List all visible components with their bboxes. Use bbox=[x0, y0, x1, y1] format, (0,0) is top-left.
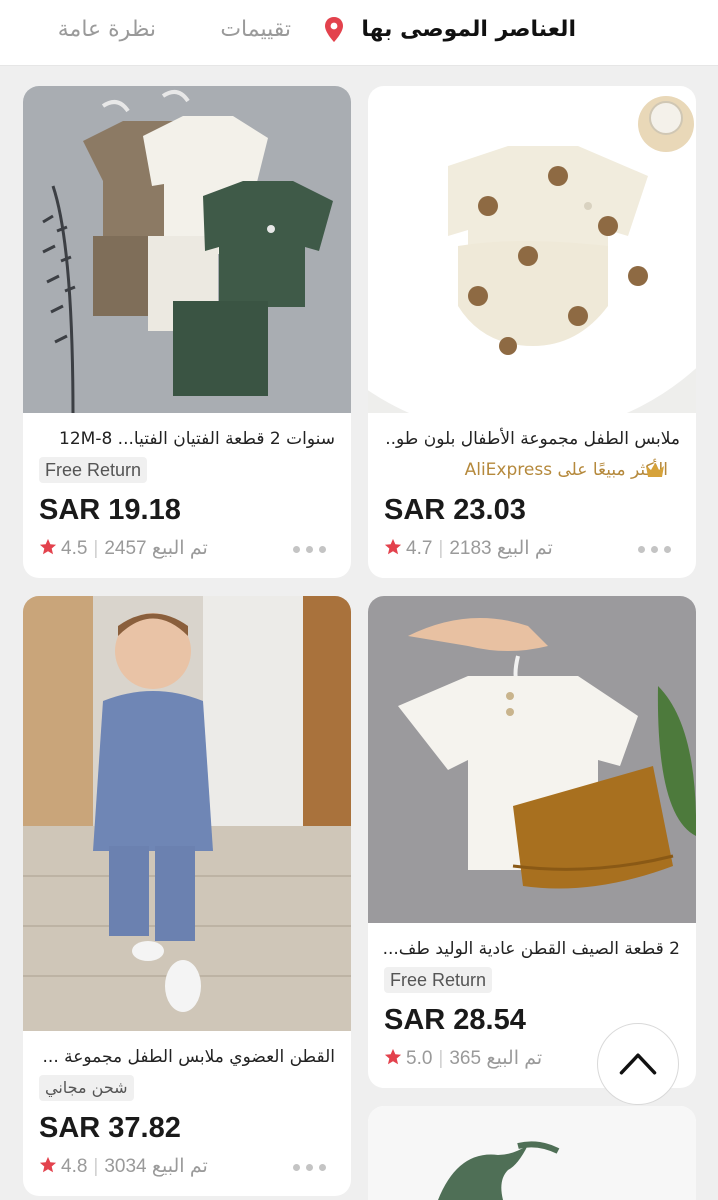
product-rating-row: 5.0 | 365 تم البيع bbox=[384, 1046, 542, 1072]
product-card[interactable]: 2 قطعة الصيف القطن عادية الوليد طف... Fr… bbox=[368, 596, 696, 1088]
tab-recommended[interactable]: العناصر الموصى بها bbox=[361, 14, 576, 46]
sold-count: 2457 تم البيع bbox=[104, 538, 208, 559]
free-return-badge: Free Return bbox=[384, 967, 493, 993]
product-title[interactable]: 2 قطعة الصيف القطن عادية الوليد طف... bbox=[384, 936, 680, 962]
product-image[interactable] bbox=[368, 1106, 696, 1200]
star-icon bbox=[39, 1156, 57, 1173]
product-card[interactable]: ملابس الطفل مجموعة الأطفال بلون طو... ال… bbox=[368, 86, 696, 578]
product-rating-row: 4.7 | 2183 تم البيع bbox=[384, 536, 553, 562]
product-image[interactable] bbox=[368, 596, 696, 923]
tab-reviews[interactable]: تقييمات bbox=[220, 14, 291, 46]
free-return-badge: Free Return bbox=[39, 457, 148, 483]
product-image[interactable] bbox=[368, 86, 696, 413]
sold-count: 365 تم البيع bbox=[449, 1048, 543, 1069]
more-options-icon[interactable] bbox=[293, 544, 327, 554]
product-title[interactable]: ملابس الطفل مجموعة الأطفال بلون طو... bbox=[384, 426, 680, 452]
scroll-to-top-button[interactable] bbox=[597, 1023, 679, 1105]
product-card[interactable] bbox=[368, 1106, 696, 1200]
chevron-up-icon bbox=[619, 1053, 657, 1075]
top-tab-bar: العناصر الموصى بها تقييمات نظرة عامة bbox=[0, 0, 718, 66]
rating-value: 4.8 bbox=[61, 1156, 88, 1177]
product-card[interactable]: القطن العضوي ملابس الطفل مجموعة ... شحن … bbox=[23, 596, 351, 1196]
sold-count: 3034 تم البيع bbox=[104, 1156, 208, 1177]
product-image[interactable] bbox=[23, 86, 351, 413]
more-options-icon[interactable] bbox=[293, 1162, 327, 1172]
product-price: SAR 37.82 bbox=[39, 1112, 181, 1144]
bestseller-label: الأكثر مبيعًا على AliExpress bbox=[464, 460, 668, 480]
rating-value: 5.0 bbox=[406, 1048, 433, 1069]
tab-overview[interactable]: نظرة عامة bbox=[58, 14, 156, 46]
sold-count: 2183 تم البيع bbox=[449, 538, 553, 559]
product-title[interactable]: القطن العضوي ملابس الطفل مجموعة ... bbox=[39, 1044, 335, 1070]
product-title[interactable]: سنوات 2 قطعة الفتيان الفتيا... 8-12M bbox=[39, 426, 335, 452]
star-icon bbox=[384, 1048, 402, 1065]
product-price: SAR 19.18 bbox=[39, 494, 181, 526]
star-icon bbox=[384, 538, 402, 555]
rating-value: 4.5 bbox=[61, 538, 88, 559]
free-shipping-badge: شحن مجاني bbox=[39, 1075, 134, 1101]
rating-value: 4.7 bbox=[406, 538, 433, 559]
product-rating-row: 4.8 | 3034 تم البيع bbox=[39, 1154, 208, 1180]
product-price: SAR 23.03 bbox=[384, 494, 526, 526]
crown-icon bbox=[646, 463, 664, 477]
product-price: SAR 28.54 bbox=[384, 1004, 526, 1036]
star-icon bbox=[39, 538, 57, 555]
product-card[interactable]: سنوات 2 قطعة الفتيان الفتيا... 8-12M Fre… bbox=[23, 86, 351, 578]
product-rating-row: 4.5 | 2457 تم البيع bbox=[39, 536, 208, 562]
more-options-icon[interactable] bbox=[638, 544, 672, 554]
location-pin-icon bbox=[325, 17, 343, 42]
product-image[interactable] bbox=[23, 596, 351, 1031]
